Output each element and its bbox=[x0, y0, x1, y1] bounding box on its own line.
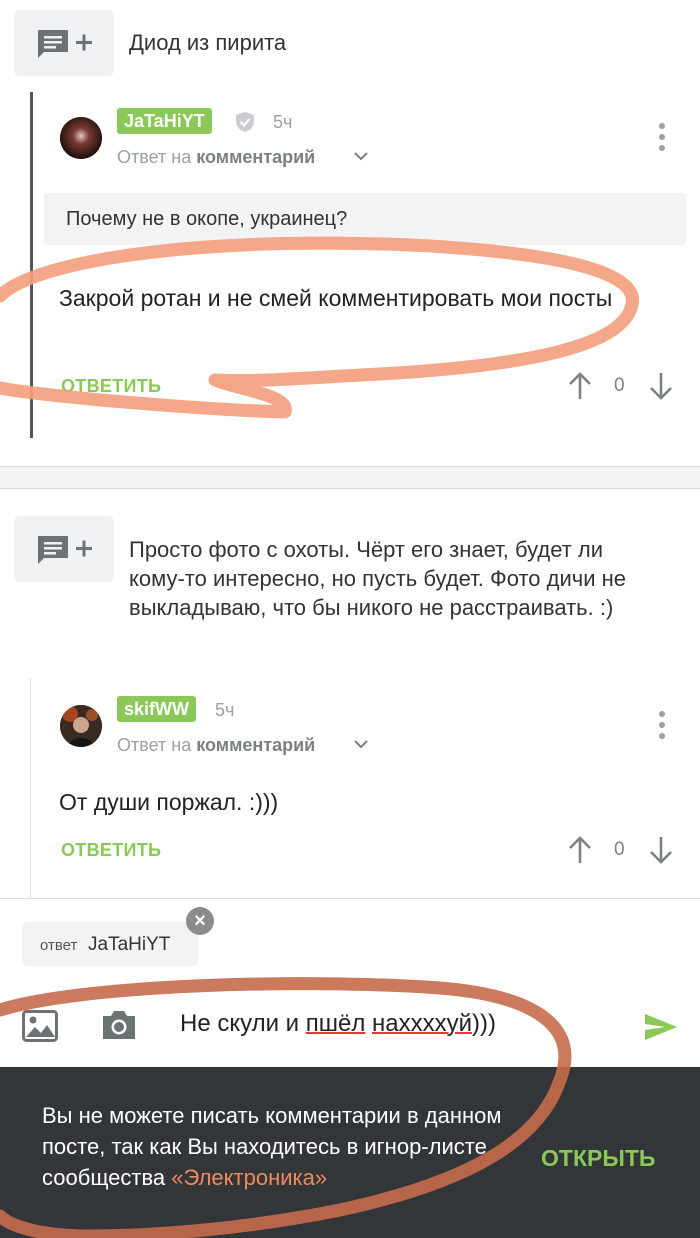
post-comment-add-button[interactable] bbox=[14, 10, 114, 76]
reply-target[interactable]: комментарий bbox=[196, 735, 315, 755]
comment-author[interactable]: skifWW bbox=[117, 696, 196, 722]
reply-chip-prefix: ответ bbox=[40, 937, 78, 954]
close-icon[interactable]: × bbox=[186, 907, 214, 935]
comment-input[interactable]: Не скули и пшёл наххххуй))) bbox=[180, 1010, 496, 1038]
arrow-up-icon[interactable] bbox=[567, 371, 593, 401]
community-link[interactable]: «Электроника» bbox=[171, 1165, 327, 1190]
post-comment-add-button[interactable] bbox=[14, 516, 114, 582]
divider bbox=[0, 488, 700, 489]
input-misspelled-word: наххххуй bbox=[372, 1010, 473, 1037]
quoted-comment[interactable]: Почему не в окопе, украинец? bbox=[44, 193, 686, 245]
arrow-up-icon[interactable] bbox=[567, 835, 593, 865]
comment-text: От души поржал. :))) bbox=[59, 789, 279, 815]
thread-line bbox=[30, 92, 33, 438]
shield-icon bbox=[236, 112, 254, 132]
reply-to-link[interactable]: Ответ на комментарий bbox=[117, 147, 315, 168]
arrow-down-icon[interactable] bbox=[648, 835, 674, 865]
input-text: Не скули и bbox=[180, 1010, 306, 1037]
thread-line bbox=[30, 678, 31, 898]
snackbar: Вы не можете писать комментарии в данном… bbox=[0, 1067, 700, 1238]
avatar[interactable] bbox=[60, 117, 102, 159]
snackbar-message: Вы не можете писать комментарии в данном… bbox=[42, 1100, 522, 1193]
chevron-down-icon[interactable] bbox=[354, 151, 368, 161]
input-tail: ))) bbox=[472, 1010, 497, 1037]
camera-icon[interactable] bbox=[100, 1008, 138, 1042]
comment-text: Закрой ротан и не смей комментировать мо… bbox=[59, 285, 613, 311]
comment-score: 0 bbox=[614, 375, 625, 396]
reply-prefix: Ответ на bbox=[117, 735, 192, 755]
comment-score: 0 bbox=[614, 839, 625, 860]
kebab-menu-icon[interactable] bbox=[659, 711, 665, 744]
reply-target-chip: ответ JaTaHiYT bbox=[22, 922, 198, 966]
comment-author[interactable]: JaTaHiYT bbox=[117, 108, 212, 134]
arrow-down-icon[interactable] bbox=[648, 371, 674, 401]
comment-time: 5ч bbox=[273, 112, 293, 132]
input-misspelled-word: пшёл bbox=[305, 1010, 366, 1037]
reply-button[interactable]: ОТВЕТИТЬ bbox=[61, 840, 161, 861]
comment-time: 5ч bbox=[215, 700, 235, 720]
reply-to-link[interactable]: Ответ на комментарий bbox=[117, 735, 315, 756]
reply-target[interactable]: комментарий bbox=[196, 147, 315, 167]
avatar[interactable] bbox=[60, 705, 102, 747]
kebab-menu-icon[interactable] bbox=[659, 123, 665, 156]
image-icon[interactable] bbox=[22, 1010, 58, 1042]
section-separator bbox=[0, 467, 700, 488]
divider bbox=[0, 898, 700, 899]
send-icon[interactable] bbox=[643, 1012, 679, 1042]
chevron-down-icon[interactable] bbox=[354, 739, 368, 749]
open-button[interactable]: ОТКРЫТЬ bbox=[541, 1145, 655, 1172]
post-title[interactable]: Просто фото с охоты. Чёрт его знает, буд… bbox=[129, 535, 659, 622]
reply-prefix: Ответ на bbox=[117, 147, 192, 167]
reply-button[interactable]: ОТВЕТИТЬ bbox=[61, 376, 161, 397]
reply-chip-name: JaTaHiYT bbox=[88, 934, 171, 955]
comment-add-icon bbox=[38, 536, 92, 564]
post-title[interactable]: Диод из пирита bbox=[129, 28, 286, 57]
comment-add-icon bbox=[38, 30, 92, 58]
